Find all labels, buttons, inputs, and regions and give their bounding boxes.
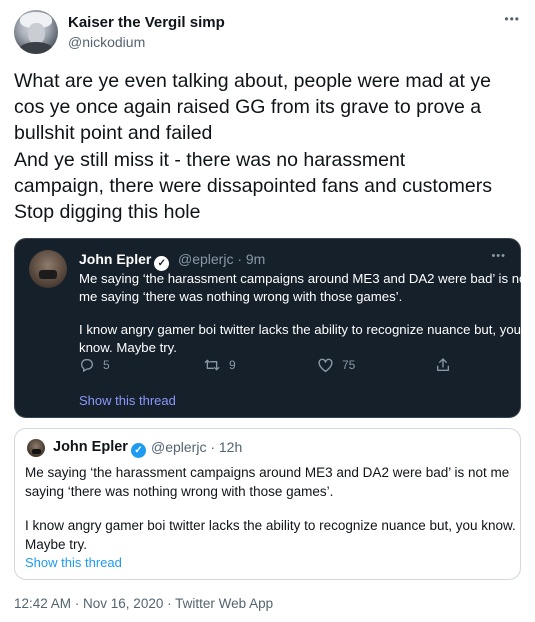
tweet-line: And ye still miss it - there was no hara… [14,148,406,171]
avatar-mask [39,270,57,279]
quoted-handle-time: @eplerjc · 12h [151,439,243,455]
quoted-line: Me saying ‘the harassment campaigns arou… [79,271,531,286]
more-horizontal-icon: ••• [491,250,506,262]
quoted-tweet-body: Me saying ‘the harassment campaigns arou… [25,463,516,554]
quoted-line: know. Maybe try. [79,340,177,355]
author-handle[interactable]: @nickodium [68,34,145,50]
tweet-header: Kaiser the Vergil simp @nickodium ••• [14,10,522,56]
author-avatar[interactable] [14,10,58,54]
quoted-handle-time: @eplerjc · 9m [178,251,266,267]
more-horizontal-icon[interactable]: ••• [504,12,520,26]
quoted-author-name-text: John Epler [53,439,128,455]
quoted-author-name: John Epler ✓ [53,439,146,458]
tweet-line: cos ye once again raised GG from its gra… [14,96,482,119]
quoted-line: saying ‘there was nothing wrong with tho… [25,484,334,499]
retweet-action: 9 [203,357,236,373]
tweet-line: campaign, there were dissapointed fans a… [14,174,493,197]
reply-count: 5 [103,358,110,372]
reply-action: 5 [79,357,110,373]
retweet-icon [204,359,220,371]
verified-badge-icon: ✓ [130,443,146,458]
tweet-line: Stop digging this hole [14,201,201,224]
quoted-tweet-card[interactable]: John Epler ✓ @eplerjc · 12h Me saying ‘th… [14,428,521,580]
quoted-author-name: John Epler ✓ [79,251,170,271]
avatar-mask [32,449,41,454]
tweet-actions: 5 9 75 [79,357,459,377]
reply-icon [81,359,93,373]
verified-badge-icon: ✓ [154,256,170,271]
quoted-line: me saying ‘there was nothing wrong with … [79,289,403,304]
avatar-face [28,23,45,44]
share-action [435,357,459,373]
heart-icon [318,358,333,373]
dark-quoted-tweet-screenshot[interactable]: John Epler ✓ @eplerjc · 9m ••• Me saying … [14,238,531,418]
tweet-text: What are ye even talking about, people w… [14,68,526,225]
author-display-name[interactable]: Kaiser the Vergil simp [68,14,225,31]
tweet-line: bullshit point and failed [14,122,213,145]
quoted-line: Maybe try. [25,537,88,552]
avatar-body [18,42,54,54]
tweet-line: What are ye even talking about, people w… [14,70,491,92]
show-thread-link: Show this thread [79,393,176,408]
retweet-count: 9 [229,358,236,372]
show-thread-link[interactable]: Show this thread [25,555,122,570]
quoted-line: Me saying ‘the harassment campaigns arou… [25,465,510,480]
quoted-author-avatar [27,439,45,457]
quoted-line: I know angry gamer boi twitter lacks the… [79,322,522,337]
share-icon [437,358,449,371]
quoted-tweet-body: Me saying ‘the harassment campaigns arou… [79,270,531,357]
quoted-author-name-text: John Epler [79,251,152,267]
quoted-author-avatar [29,250,67,288]
like-action: 75 [317,357,355,373]
like-count: 75 [342,358,356,372]
quoted-line: I know angry gamer boi twitter lacks the… [25,518,516,533]
tweet-timestamp[interactable]: 12:42 AM · Nov 16, 2020 · Twitter Web Ap… [14,596,273,611]
